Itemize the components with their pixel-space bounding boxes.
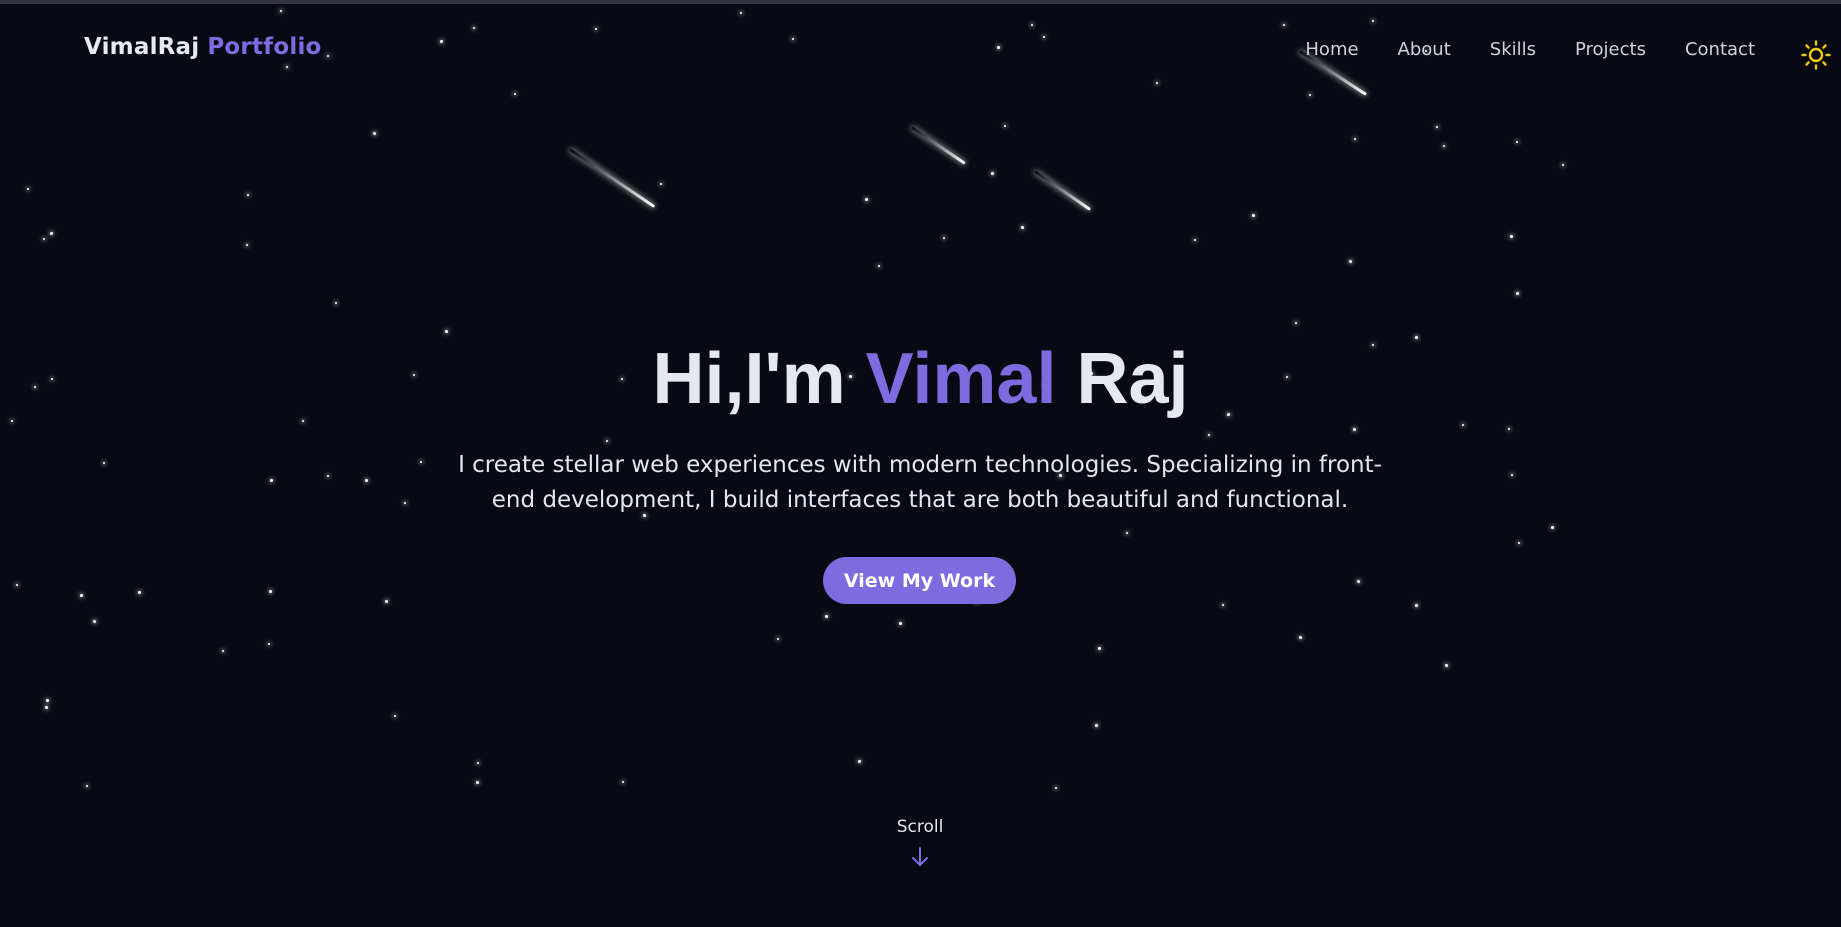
star-decoration	[943, 237, 945, 239]
hero-last-name: Raj	[1076, 339, 1189, 419]
star-decoration	[103, 462, 105, 464]
star-decoration	[50, 232, 53, 235]
site-logo[interactable]: VimalRaj Portfolio	[84, 34, 322, 60]
nav-link-home[interactable]: Home	[1305, 39, 1358, 60]
star-decoration	[777, 638, 779, 640]
star-decoration	[1516, 292, 1519, 295]
star-decoration	[268, 643, 270, 645]
star-decoration	[1299, 636, 1302, 639]
arrow-down-icon	[912, 847, 928, 866]
star-decoration	[302, 420, 304, 422]
nav-link-about[interactable]: About	[1398, 39, 1451, 60]
star-decoration	[1562, 164, 1564, 166]
theme-toggle-button[interactable]	[1801, 40, 1831, 70]
site-header: VimalRaj Portfolio Home About Skills Proj…	[0, 0, 1841, 100]
star-decoration	[365, 479, 368, 482]
star-decoration	[247, 194, 249, 196]
nav-link-contact[interactable]: Contact	[1685, 39, 1755, 60]
logo-second-word: Portfolio	[207, 34, 322, 60]
star-decoration	[1354, 138, 1356, 140]
star-decoration	[858, 760, 861, 763]
star-decoration	[1445, 664, 1448, 667]
star-decoration	[1194, 239, 1196, 241]
star-decoration	[477, 762, 479, 764]
star-decoration	[606, 440, 608, 442]
star-decoration	[404, 502, 406, 504]
star-decoration	[27, 188, 29, 190]
star-decoration	[1357, 580, 1360, 583]
star-decoration	[80, 594, 83, 597]
star-decoration	[660, 183, 662, 185]
star-decoration	[865, 198, 868, 201]
star-decoration	[1252, 214, 1255, 217]
star-decoration	[335, 302, 337, 304]
star-decoration	[1508, 428, 1510, 430]
logo-first-word: VimalRaj	[84, 34, 200, 60]
star-decoration	[420, 461, 422, 463]
star-decoration	[246, 244, 248, 246]
hero-heading: Hi,I'm Vimal Raj	[0, 338, 1841, 420]
star-decoration	[1126, 532, 1128, 534]
star-decoration	[1510, 235, 1513, 238]
star-decoration	[1511, 474, 1513, 476]
star-decoration	[878, 265, 880, 267]
star-decoration	[1349, 260, 1352, 263]
star-decoration	[16, 584, 18, 586]
star-decoration	[1208, 434, 1210, 436]
sun-icon	[1801, 40, 1831, 70]
star-decoration	[445, 330, 448, 333]
shooting-star-decoration	[569, 148, 655, 208]
star-decoration	[86, 785, 88, 787]
main-nav: Home About Skills Projects Contact	[1266, 39, 1755, 60]
star-decoration	[46, 699, 49, 702]
view-my-work-button[interactable]: View My Work	[823, 557, 1016, 604]
hero-greeting: Hi,I'm	[652, 339, 846, 419]
star-decoration	[138, 591, 141, 594]
scroll-indicator[interactable]: Scroll	[870, 817, 970, 869]
star-decoration	[899, 622, 902, 625]
star-decoration	[1518, 542, 1520, 544]
star-decoration	[622, 781, 624, 783]
star-decoration	[11, 420, 13, 422]
star-decoration	[270, 479, 273, 482]
star-decoration	[1436, 126, 1438, 128]
star-decoration	[93, 620, 96, 623]
star-decoration	[1095, 724, 1098, 727]
star-decoration	[327, 475, 329, 477]
star-decoration	[1443, 145, 1445, 147]
star-decoration	[43, 238, 45, 240]
star-decoration	[373, 132, 376, 135]
star-decoration	[1462, 424, 1464, 426]
star-decoration	[1415, 604, 1418, 607]
star-decoration	[385, 600, 388, 603]
hero-first-name: Vimal	[865, 339, 1057, 419]
star-decoration	[1004, 125, 1006, 127]
star-decoration	[1021, 226, 1024, 229]
hero-description: I create stellar web experiences with mo…	[458, 452, 1382, 513]
star-decoration	[1516, 141, 1518, 143]
star-decoration	[45, 706, 48, 709]
star-decoration	[394, 715, 396, 717]
star-decoration	[1353, 428, 1356, 431]
star-decoration	[1055, 787, 1057, 789]
shooting-star-decoration	[911, 126, 966, 165]
shooting-star-decoration	[1034, 170, 1091, 211]
scroll-label: Scroll	[896, 817, 944, 837]
nav-link-projects[interactable]: Projects	[1575, 39, 1646, 60]
star-decoration	[476, 781, 479, 784]
star-decoration	[1295, 322, 1297, 324]
star-decoration	[222, 650, 224, 652]
star-decoration	[1098, 647, 1101, 650]
star-decoration	[825, 615, 828, 618]
star-decoration	[991, 172, 994, 175]
star-decoration	[1551, 526, 1554, 529]
nav-link-skills[interactable]: Skills	[1490, 39, 1536, 60]
star-decoration	[1222, 604, 1224, 606]
star-decoration	[269, 590, 272, 593]
